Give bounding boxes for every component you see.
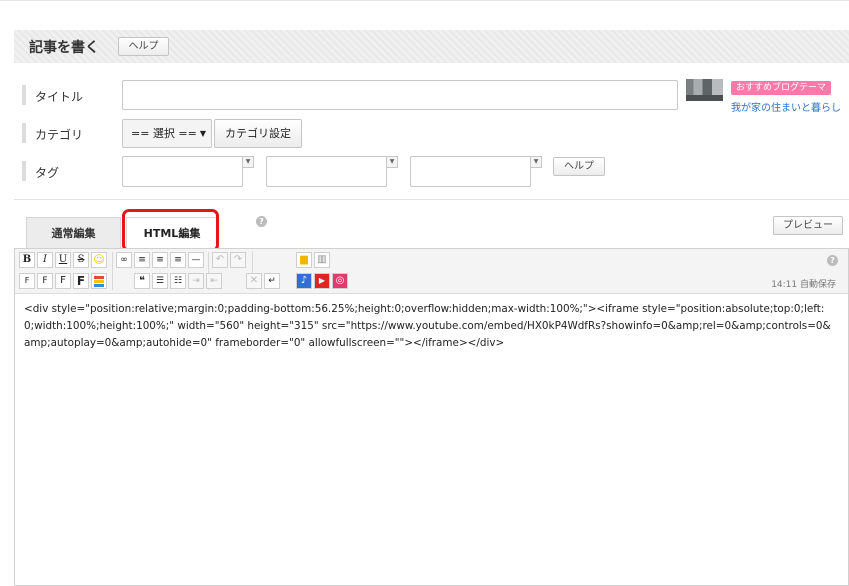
category-label: カテゴリ: [35, 128, 84, 142]
category-select-value: == 選択 ==: [131, 127, 197, 140]
editor-help-icon[interactable]: ?: [827, 255, 838, 266]
recommend-theme-thumbnail[interactable]: [686, 79, 723, 101]
recommend-theme-badge: おすすめブログテーマ: [731, 81, 832, 95]
clear-format-icon[interactable]: ✕: [246, 273, 262, 289]
title-field-marker: [22, 85, 26, 105]
bullet-list-icon[interactable]: ☰: [152, 273, 168, 289]
toolbar-separator: [112, 252, 113, 290]
emoji-icon[interactable]: ☺: [91, 252, 107, 268]
tag-input-2[interactable]: [266, 156, 387, 187]
tab-normal-edit[interactable]: 通常編集: [26, 217, 121, 248]
help-icon[interactable]: ?: [256, 216, 267, 227]
tag-dropdown-2-chevron-icon[interactable]: ▼: [386, 156, 398, 168]
link-icon[interactable]: ∞: [116, 252, 132, 268]
strikethrough-icon[interactable]: S: [73, 252, 89, 268]
youtube-icon[interactable]: ▶: [314, 273, 330, 289]
book-icon[interactable]: ▥: [314, 252, 330, 268]
text-color-icon[interactable]: [91, 273, 107, 289]
tag-field-marker: [22, 161, 26, 181]
editor-frame: B I U S ☺ ∞ ≡ ≡ ≡ — ↶ ↷ ▆ ▥ F F F F ❝ ☰ …: [14, 248, 849, 586]
align-left-icon[interactable]: ≡: [134, 252, 150, 268]
tag-input-1[interactable]: [122, 156, 243, 187]
header-help-button[interactable]: ヘルプ: [118, 37, 169, 56]
section-divider: [14, 199, 849, 200]
indent-icon[interactable]: ⇥: [188, 273, 204, 289]
redo-icon[interactable]: ↷: [230, 252, 246, 268]
quote-icon[interactable]: ❝: [134, 273, 150, 289]
editor-toolbar: B I U S ☺ ∞ ≡ ≡ ≡ — ↶ ↷ ▆ ▥ F F F F ❝ ☰ …: [15, 249, 848, 294]
font-size-small-icon[interactable]: F: [19, 273, 35, 289]
font-size-xlarge-icon[interactable]: F: [73, 273, 89, 289]
tag-input-3[interactable]: [410, 156, 531, 187]
undo-icon[interactable]: ↶: [212, 252, 228, 268]
html-tab-highlight: [122, 209, 219, 252]
tag-label: タグ: [35, 166, 60, 180]
underline-icon[interactable]: U: [55, 252, 71, 268]
align-center-icon[interactable]: ≡: [152, 252, 168, 268]
header-bar: 記事を書く ヘルプ: [14, 30, 849, 63]
recommend-theme-link[interactable]: 我が家の住まいと暮らし: [731, 99, 841, 114]
bold-icon[interactable]: B: [19, 252, 35, 268]
autosave-status: 14:11 自動保存: [771, 280, 836, 290]
folder-icon[interactable]: ▆: [296, 252, 312, 268]
auto-linebreak-icon[interactable]: ↵: [264, 273, 280, 289]
tag-dropdown-3-chevron-icon[interactable]: ▼: [530, 156, 542, 168]
align-right-icon[interactable]: ≡: [170, 252, 186, 268]
horizontal-rule-icon[interactable]: —: [188, 252, 204, 268]
preview-button[interactable]: プレビュー: [773, 216, 843, 235]
page-title: 記事を書く: [29, 40, 99, 56]
font-size-medium-icon[interactable]: F: [37, 273, 53, 289]
italic-icon[interactable]: I: [37, 252, 53, 268]
chevron-down-icon: ▼: [199, 129, 206, 138]
top-border: [0, 0, 849, 1]
tag-dropdown-1-chevron-icon[interactable]: ▼: [242, 156, 254, 168]
title-input[interactable]: [122, 80, 678, 110]
numbered-list-icon[interactable]: ☷: [170, 273, 186, 289]
html-code-textarea[interactable]: <div style="position:relative;margin:0;p…: [24, 301, 834, 352]
outdent-icon[interactable]: ⇤: [206, 273, 222, 289]
font-size-large-icon[interactable]: F: [55, 273, 71, 289]
category-field-marker: [22, 123, 26, 143]
tag-help-button[interactable]: ヘルプ: [553, 157, 605, 176]
category-select[interactable]: == 選択 == ▼: [122, 119, 212, 148]
category-settings-button[interactable]: カテゴリ設定: [214, 119, 302, 148]
title-label: タイトル: [35, 90, 84, 104]
instagram-icon[interactable]: ◎: [332, 273, 348, 289]
music-icon[interactable]: ♪: [296, 273, 312, 289]
